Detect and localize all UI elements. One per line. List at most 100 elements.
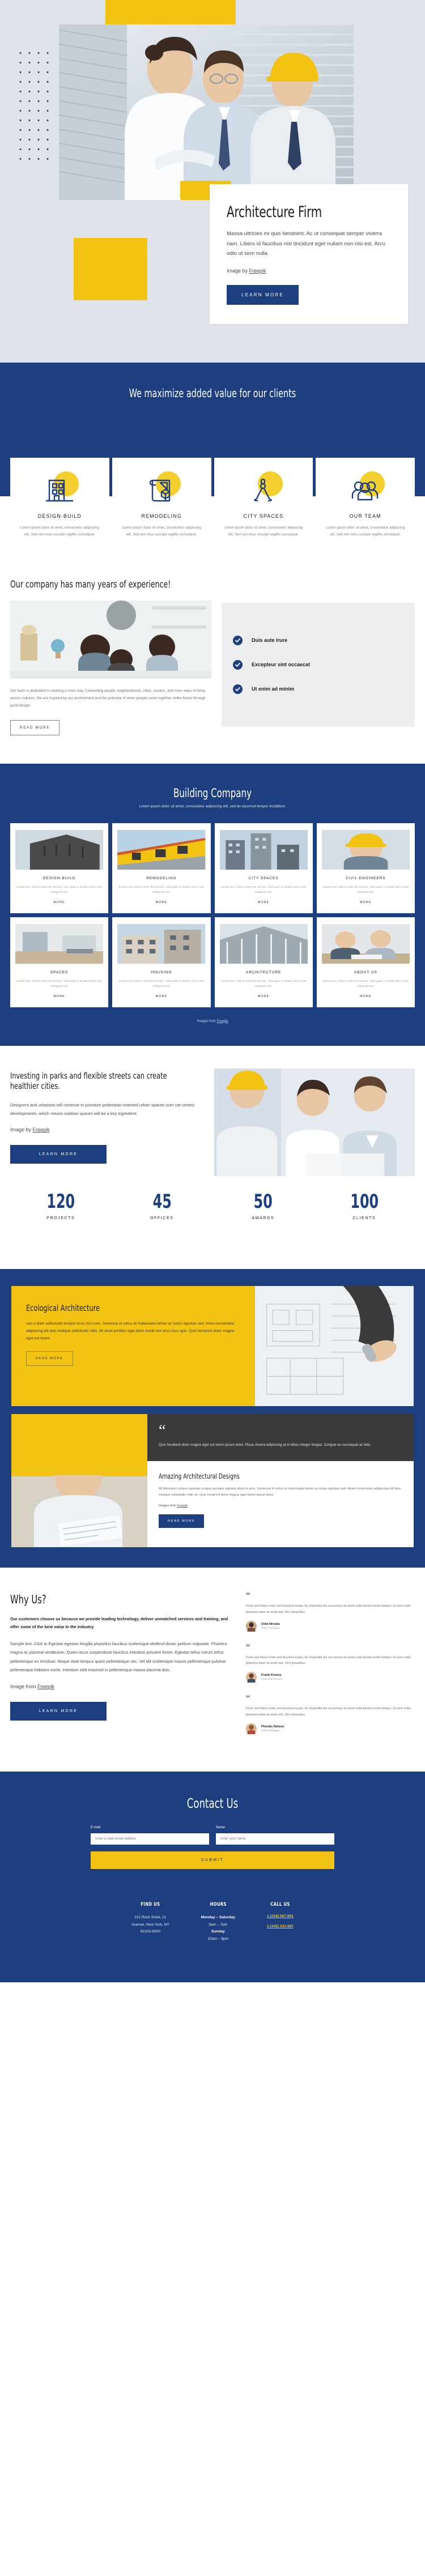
- building-card-text: Sample text. Click to select the text bo…: [16, 979, 103, 987]
- amazing-read-more-button[interactable]: READ MORE: [159, 1514, 205, 1528]
- credit-link[interactable]: Freepik: [33, 1127, 50, 1132]
- icon-wrap: [220, 470, 308, 505]
- building-card-more-link[interactable]: MORE: [117, 995, 205, 998]
- quote-mark-icon: “: [246, 1590, 250, 1601]
- thumb-team-meeting: [321, 923, 410, 964]
- stat-value: 45: [152, 1190, 172, 1213]
- name-field[interactable]: [216, 1833, 334, 1845]
- building-card-more-link[interactable]: MORE: [117, 901, 205, 904]
- building-card-civil-engineers[interactable]: CIVIL ENGINEERS Sample text. Click to se…: [316, 823, 415, 913]
- credit-link[interactable]: Freepik: [217, 1020, 228, 1023]
- testimonial-meta: Odia Nirvala CEO Company: [261, 1623, 280, 1630]
- building-card-housing[interactable]: HOUSING Sample text. Click to select the…: [112, 917, 211, 1007]
- page-title: Architecture Firm: [227, 203, 322, 221]
- testimonial-item: “ Proin sed libero enim sed faucibus tur…: [246, 1590, 415, 1632]
- stat-clients: 100 CLIENTS: [314, 1192, 415, 1220]
- check-icon: [233, 635, 243, 645]
- checklist-item: Ut enim ad minim: [233, 684, 403, 694]
- value-card-text: Lorem ipsum dolor sit amet, consectetur …: [224, 526, 303, 537]
- avatar: [246, 1620, 257, 1632]
- value-cards-wrap: DESIGN-BUILD Lorem ipsum dolor sit amet,…: [0, 440, 425, 553]
- email-label: E-mail: [91, 1826, 101, 1830]
- phone-link[interactable]: 2 (345) 333-897: [267, 1924, 294, 1928]
- hero-learn-more-button[interactable]: LEARN MORE: [227, 284, 299, 305]
- credit-prefix: Image by: [10, 1127, 33, 1133]
- stat-awards: 50 AWARDS: [212, 1192, 314, 1220]
- contact-form: E-mail Name SUBMIT: [91, 1826, 334, 1870]
- thumb-architecture-detail: [219, 923, 308, 964]
- hero-yellow-accent-top: [105, 0, 236, 25]
- credit-link[interactable]: Freepik: [177, 1504, 188, 1508]
- hero-paragraph: Massa ultricies mi quis hendrerit. Ac ut…: [227, 231, 385, 257]
- footer-hours: HOURS Monday – Saturday 9am – 7pm Sunday…: [201, 1902, 235, 1943]
- amazing-credit: Images from Freepik: [159, 1504, 402, 1508]
- credit-link[interactable]: Freepik: [37, 1684, 54, 1689]
- value-card-city-spaces[interactable]: CITY SPACES Lorem ipsum dolor sit amet, …: [214, 458, 313, 553]
- why-us-learn-more-button[interactable]: LEARN MORE: [10, 1701, 107, 1721]
- value-card-remodeling[interactable]: REMODELING Lorem ipsum dolor sit amet, c…: [112, 458, 211, 553]
- building-card-more-link[interactable]: MORE: [15, 995, 103, 998]
- building-card-text: Sample text. Click to select the text bo…: [220, 885, 307, 893]
- value-section: We maximize added value for our clients: [0, 363, 425, 553]
- building-card-design-build[interactable]: DESIGN-BUILD Sample text. Click to selec…: [10, 823, 109, 913]
- building-card-more-link[interactable]: MORE: [15, 901, 103, 904]
- testimonial-name: Odia Nirvala: [261, 1622, 280, 1626]
- investing-learn-more-button[interactable]: LEARN MORE: [10, 1145, 107, 1164]
- building-subheading: Lorem ipsum dolor sit amet, consectetur …: [139, 804, 286, 808]
- credit-link[interactable]: Freepik: [249, 268, 266, 274]
- address-line: 121 Rock Sreet, 21: [134, 1915, 167, 1920]
- building-card-more-link[interactable]: MORE: [322, 995, 410, 998]
- team-icon: [351, 481, 378, 501]
- footer-columns: FIND US 121 Rock Sreet, 21 Avenue, New Y…: [0, 1869, 425, 1943]
- why-us-left: Why Us? Our customers choose us because …: [10, 1593, 231, 1747]
- testimonial-text: Proin sed libero enim sed faucibus turpi…: [246, 1655, 411, 1666]
- stat-label: AWARDS: [252, 1216, 275, 1220]
- checklist-label: Duis aute irure: [252, 637, 288, 644]
- building-card-remodeling[interactable]: REMODELING Sample text. Click to select …: [112, 823, 211, 913]
- submit-button[interactable]: SUBMIT: [91, 1851, 334, 1870]
- checklist-label: Ut enim ad minim: [252, 686, 295, 692]
- building-heading: Building Company: [173, 786, 252, 800]
- hours-time: 9am – 7pm: [209, 1922, 228, 1927]
- contact-heading: Contact Us: [186, 1796, 239, 1812]
- experience-inner: Our company has many years of experience…: [0, 579, 425, 735]
- building-card-text: Sample text. Click to select the text bo…: [220, 979, 307, 987]
- email-field-wrap: E-mail: [91, 1826, 209, 1845]
- check-icon: [233, 659, 243, 670]
- experience-read-more-button[interactable]: READ MORE: [10, 719, 60, 735]
- stat-label: OFFICES: [150, 1216, 174, 1220]
- why-us-section: Why Us? Our customers choose us because …: [0, 1568, 425, 1772]
- address-line: Avenue, New York, NY: [131, 1922, 169, 1927]
- testimonial-item: “ Proin sed libero enim sed faucibus tur…: [246, 1693, 415, 1735]
- quote-box: “ Quis hendrerit dolor magna eget est lo…: [147, 1413, 414, 1461]
- building-card-city-spaces[interactable]: CITY SPACES Sample text. Click to select…: [214, 823, 313, 913]
- building-card-more-link[interactable]: MORE: [322, 901, 410, 904]
- credit-prefix: Images from: [197, 1019, 217, 1023]
- building-card-more-link[interactable]: MORE: [220, 995, 308, 998]
- value-card-title: OUR TEAM: [349, 513, 381, 519]
- email-field[interactable]: [91, 1833, 209, 1845]
- building-card-more-link[interactable]: MORE: [220, 901, 308, 904]
- building-card-spaces[interactable]: SPACES Sample text. Click to select the …: [10, 917, 109, 1007]
- experience-paragraph: Our team is dedicated to creating a more…: [10, 689, 206, 708]
- building-card-architecture[interactable]: ARCHITECTURE Sample text. Click to selec…: [214, 917, 313, 1007]
- investing-photo-team: [214, 1068, 415, 1176]
- avatar: [246, 1723, 257, 1735]
- value-card-design-build[interactable]: DESIGN-BUILD Lorem ipsum dolor sit amet,…: [10, 458, 109, 553]
- value-card-our-team[interactable]: OUR TEAM Lorem ipsum dolor sit amet, con…: [316, 458, 415, 553]
- testimonial-item: “ Proin sed libero enim sed faucibus tur…: [246, 1642, 415, 1683]
- testimonial-person: Phoebe Nelson Sales Manager: [246, 1723, 415, 1735]
- value-card-title: REMODELING: [141, 513, 182, 519]
- thumb-city-towers: [219, 829, 308, 870]
- eco-yellow-card: Ecological Architecture Leo a diam solli…: [11, 1285, 255, 1406]
- building-card-title: ABOUT US: [354, 970, 377, 974]
- building-card-about-us[interactable]: ABOUT US Sample text. Click to select th…: [316, 917, 415, 1007]
- eco-read-more-button[interactable]: READ MORE: [26, 1351, 73, 1366]
- testimonial-text: Proin sed libero enim sed faucibus turpi…: [246, 1707, 411, 1717]
- why-us-heading: Why Us?: [10, 1592, 46, 1606]
- checklist-item: Duis aute irure: [233, 635, 403, 645]
- phone-link[interactable]: 1 (234) 567-891: [267, 1914, 294, 1918]
- compass-icon: [253, 478, 273, 502]
- value-card-text: Lorem ipsum dolor sit amet, consectetur …: [20, 526, 100, 537]
- testimonial-meta: Frank Kinney Financial Director: [261, 1674, 282, 1681]
